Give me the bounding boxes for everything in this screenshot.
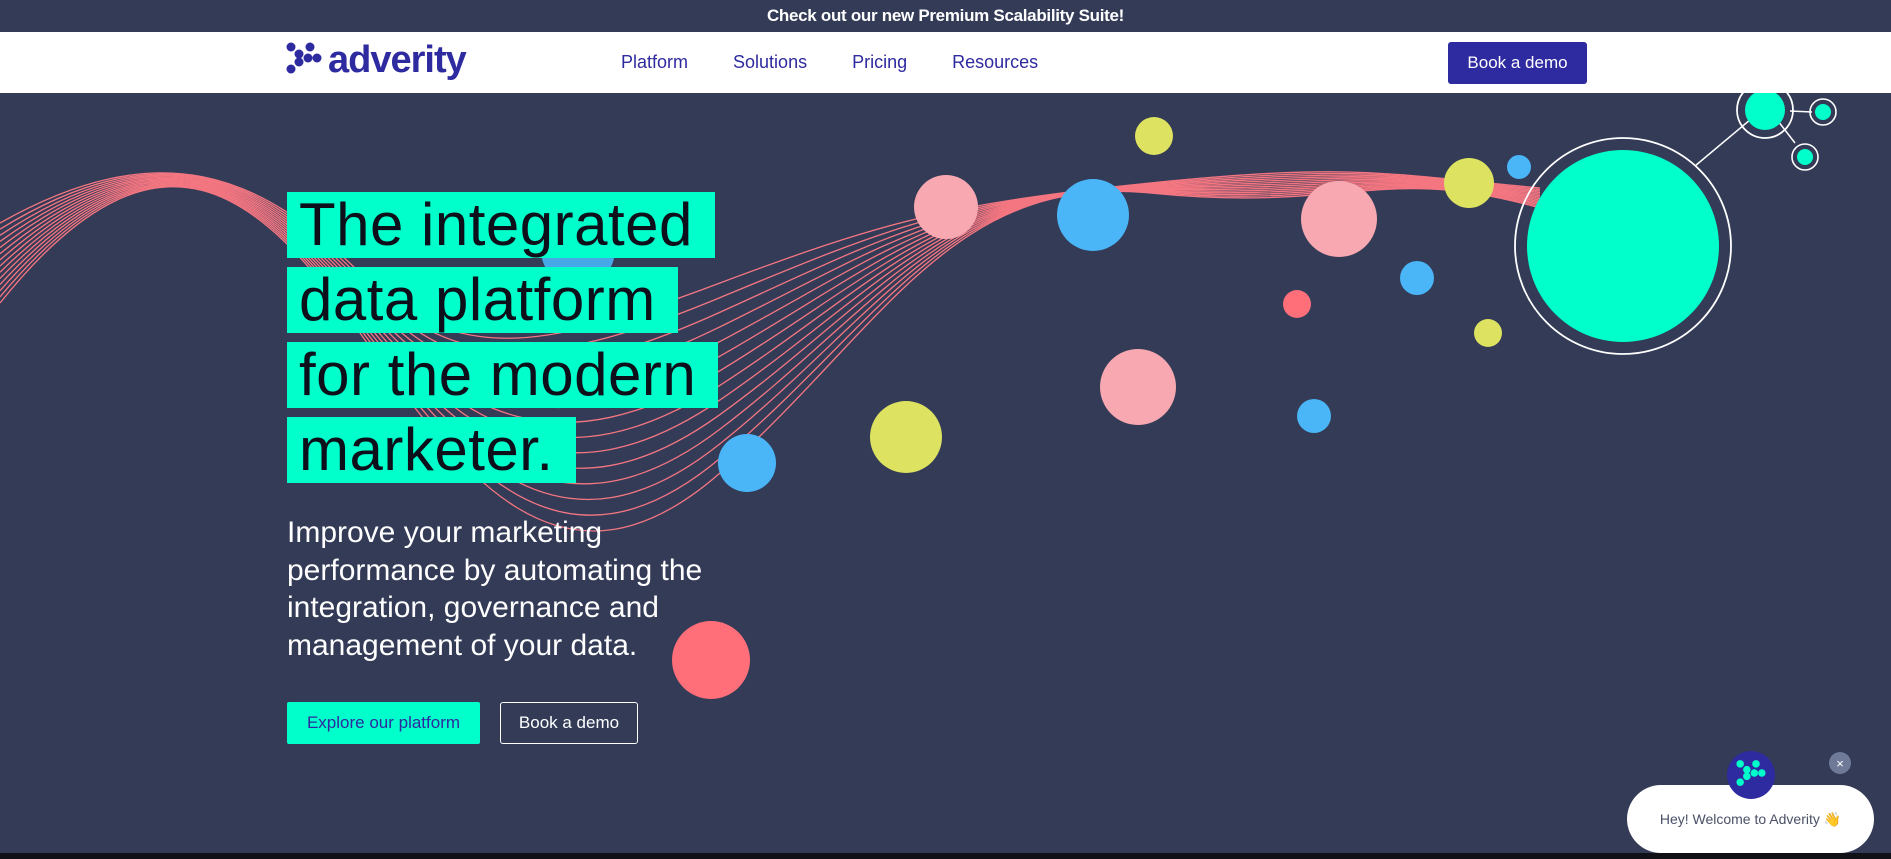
lime-circle xyxy=(870,401,942,473)
logo-link[interactable]: adverity xyxy=(286,39,467,81)
lime-circle xyxy=(1444,158,1494,208)
mint-circle xyxy=(1815,104,1831,120)
nav-link-resources[interactable]: Resources xyxy=(952,52,1038,73)
hero-subtext: Improve your marketing performance by au… xyxy=(287,516,703,662)
blue-circle xyxy=(1297,399,1331,433)
nav-link-pricing[interactable]: Pricing xyxy=(852,52,907,73)
chat-welcome-message: Hey! Welcome to Adverity 👋 xyxy=(1659,810,1842,827)
headline-line: marketer. xyxy=(287,417,576,483)
coral-circle xyxy=(1283,290,1311,318)
mint-circle xyxy=(1797,149,1813,165)
lime-circle xyxy=(1135,117,1173,155)
pink-circle xyxy=(1301,181,1377,257)
nav-links: Platform Solutions Pricing Resources xyxy=(621,52,1083,73)
blue-circle xyxy=(1400,261,1434,295)
hero-book-demo-button[interactable]: Book a demo xyxy=(500,702,638,744)
blue-circle xyxy=(1507,155,1531,179)
explore-platform-button[interactable]: Explore our platform xyxy=(287,702,480,744)
pink-circle xyxy=(914,175,978,239)
logo-wordmark: adverity xyxy=(328,39,467,81)
headline-line: data platform xyxy=(287,267,678,333)
pink-circle xyxy=(1100,349,1176,425)
hero-data-visualization-art xyxy=(0,93,1837,699)
lime-circle xyxy=(1474,319,1502,347)
nav-book-demo-button[interactable]: Book a demo xyxy=(1448,42,1587,84)
adverity-logo-icon xyxy=(1736,759,1766,792)
nav-link-platform[interactable]: Platform xyxy=(621,52,688,73)
mint-circle-large xyxy=(1527,150,1719,342)
headline-line: The integrated xyxy=(287,192,715,258)
bottom-edge xyxy=(0,853,1891,859)
announcement-link[interactable]: Check out our new Premium Scalability Su… xyxy=(767,6,1124,26)
chat-avatar[interactable] xyxy=(1727,751,1775,799)
chat-close-icon[interactable]: × xyxy=(1829,752,1851,774)
mint-circle xyxy=(1745,93,1785,130)
blue-circle xyxy=(718,434,776,492)
announcement-bar: Check out our new Premium Scalability Su… xyxy=(0,0,1891,32)
headline-line: for the modern xyxy=(287,342,719,408)
blue-circle xyxy=(1057,179,1129,251)
hero-headline: The integrated data platform for the mod… xyxy=(287,192,719,492)
nav-link-solutions[interactable]: Solutions xyxy=(733,52,807,73)
adverity-logo-icon xyxy=(286,42,322,79)
top-navigation: adverity Platform Solutions Pricing Reso… xyxy=(0,32,1891,93)
